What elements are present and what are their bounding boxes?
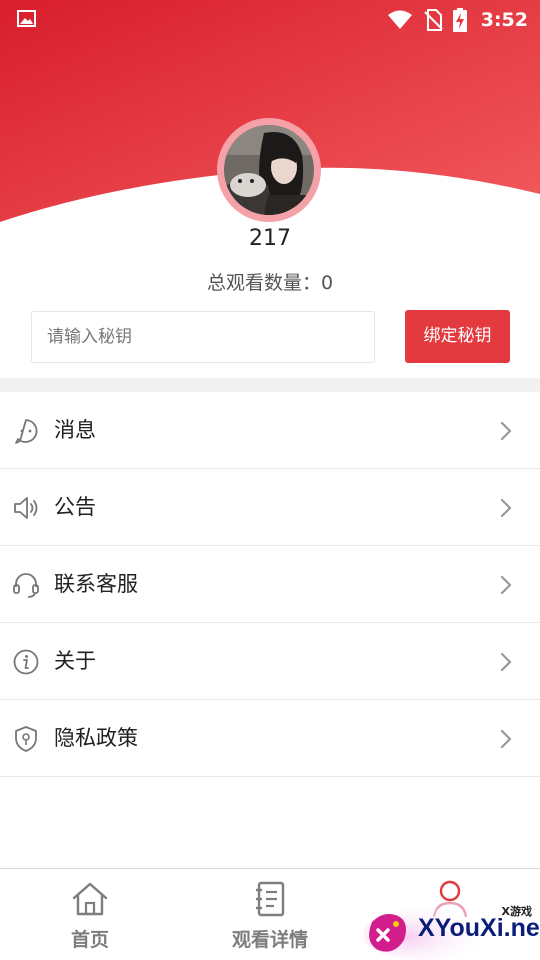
menu-item-label: 联系客服: [54, 572, 138, 596]
chevron-right-icon: [500, 729, 512, 749]
home-icon: [72, 882, 108, 916]
avatar-image: [224, 125, 314, 215]
menu-item-privacy-policy[interactable]: 隐私政策: [0, 700, 540, 777]
tab-watch-details[interactable]: 观看详情: [180, 869, 360, 960]
chevron-right-icon: [500, 652, 512, 672]
notebook-icon: [256, 881, 285, 917]
status-bar: 3:52: [0, 0, 540, 40]
bind-key-button[interactable]: 绑定秘钥: [405, 310, 510, 363]
watermark-text: XYouXi.net: [418, 914, 540, 942]
chevron-right-icon: [500, 498, 512, 518]
menu-item-label: 消息: [54, 418, 96, 442]
settings-menu: 消息 公告 联系客服 关于 隐私政策: [0, 392, 540, 777]
battery-charging-icon: [452, 8, 467, 32]
menu-item-label: 关于: [54, 649, 96, 673]
menu-item-announcements[interactable]: 公告: [0, 469, 540, 546]
profile-header: 3:52: [0, 0, 540, 230]
secret-key-input[interactable]: [31, 311, 375, 363]
section-divider: [0, 378, 540, 392]
site-watermark: X游戏 XYouXi.net: [364, 900, 540, 960]
view-count: 总观看数量：0: [206, 272, 334, 294]
tab-label: 观看详情: [231, 929, 308, 951]
status-time: 3:52: [480, 9, 528, 31]
headset-icon: [13, 573, 39, 598]
avatar[interactable]: [224, 125, 314, 215]
menu-item-about[interactable]: 关于: [0, 623, 540, 700]
speaker-icon: [14, 497, 38, 519]
username: 217: [249, 226, 291, 251]
menu-item-label: 隐私政策: [54, 726, 138, 750]
image-icon: [17, 10, 36, 27]
menu-item-customer-service[interactable]: 联系客服: [0, 546, 540, 623]
message-bubble-icon: [15, 419, 38, 444]
menu-item-messages[interactable]: 消息: [0, 392, 540, 469]
menu-item-label: 公告: [54, 495, 96, 519]
shield-icon: [15, 726, 37, 752]
info-icon: [13, 649, 39, 675]
chevron-right-icon: [500, 421, 512, 441]
tab-label: 首页: [70, 929, 109, 951]
tab-home[interactable]: 首页: [0, 869, 180, 960]
wifi-icon: [387, 10, 412, 29]
chevron-right-icon: [500, 575, 512, 595]
no-sim-icon: [424, 9, 443, 31]
